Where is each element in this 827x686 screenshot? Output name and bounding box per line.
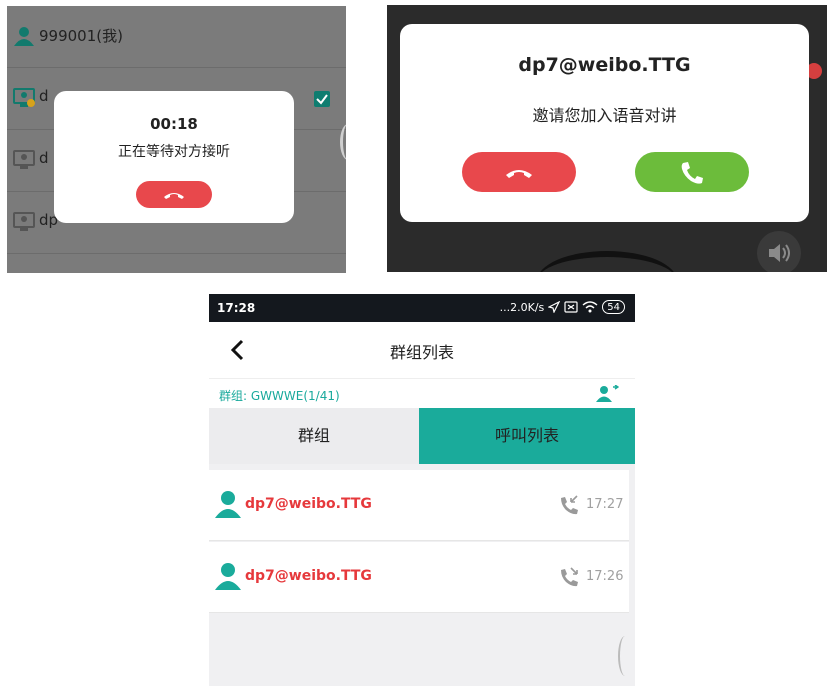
call-list-item[interactable]: dp7@weibo.TTG 17:27 [209, 470, 629, 541]
location-icon [548, 301, 561, 313]
call-timer: 00:18 [150, 115, 198, 133]
person-icon [215, 491, 241, 518]
call-time: 17:27 [586, 497, 624, 512]
group-label: 群组: GWWWE(1/41) [219, 389, 340, 403]
call-list-screenshot: 17:28 ...2.0K/s 54 群组列表 群组: GWWWE(1/41) [209, 294, 635, 686]
group-call-icon[interactable] [595, 385, 619, 403]
call-list-item[interactable]: dp7@weibo.TTG 17:26 [209, 542, 629, 613]
call-time: 17:26 [586, 569, 624, 584]
invite-message: 邀请您加入语音对讲 [532, 106, 677, 125]
incoming-dialog: dp7@weibo.TTG 邀请您加入语音对讲 [400, 24, 809, 222]
contact-name: 999001(我) [39, 27, 123, 45]
hangup-icon [164, 193, 184, 199]
sim-off-icon [564, 301, 578, 313]
speaker-button[interactable] [757, 231, 801, 272]
selected-checkbox[interactable] [314, 91, 330, 107]
page-title: 群组列表 [389, 343, 454, 362]
person-icon [14, 27, 34, 46]
status-icons: ...2.0K/s 54 [500, 300, 625, 314]
contact-name: d [39, 87, 49, 105]
person-icon [215, 563, 241, 590]
screen-user-icon [13, 88, 35, 107]
contact-row-self[interactable]: 999001(我) [7, 6, 346, 68]
screen-user-icon [13, 212, 35, 231]
caller-name: dp7@weibo.TTG [245, 568, 372, 584]
tab-bar: 群组 呼叫列表 [209, 408, 635, 464]
hangup-icon [506, 170, 532, 178]
network-speed: ...2.0K/s [499, 300, 545, 314]
incoming-call-icon [561, 495, 578, 515]
decline-button[interactable] [462, 152, 576, 192]
screen-user-icon [13, 150, 35, 169]
speaker-icon [769, 244, 790, 262]
contact-name: d [39, 149, 49, 167]
status-bar: 17:28 ...2.0K/s 54 [209, 294, 635, 322]
caller-name: dp7@weibo.TTG [245, 496, 372, 512]
waiting-call-screenshot: 999001(我) d d dp 00:18 正在等待对方接听 [7, 6, 346, 273]
missed-call-icon [561, 567, 578, 587]
app-header: 群组列表 [209, 322, 635, 378]
battery-level: 54 [602, 300, 625, 314]
tab-groups[interactable]: 群组 [209, 408, 419, 464]
background-arc [537, 251, 677, 272]
scroll-edge [618, 636, 632, 676]
group-bar: 群组: GWWWE(1/41) [209, 378, 635, 408]
incoming-call-screenshot: dp7@weibo.TTG 邀请您加入语音对讲 [387, 5, 827, 272]
wifi-icon [582, 301, 598, 313]
accept-button[interactable] [635, 152, 749, 192]
tab-call-list[interactable]: 呼叫列表 [419, 408, 635, 464]
waiting-status: 正在等待对方接听 [118, 144, 230, 160]
phone-icon [681, 162, 703, 184]
check-icon [316, 94, 328, 105]
caller-name: dp7@weibo.TTG [518, 54, 691, 76]
hangup-button[interactable] [136, 181, 212, 208]
waiting-dialog: 00:18 正在等待对方接听 [54, 91, 294, 223]
clock: 17:28 [217, 301, 256, 315]
